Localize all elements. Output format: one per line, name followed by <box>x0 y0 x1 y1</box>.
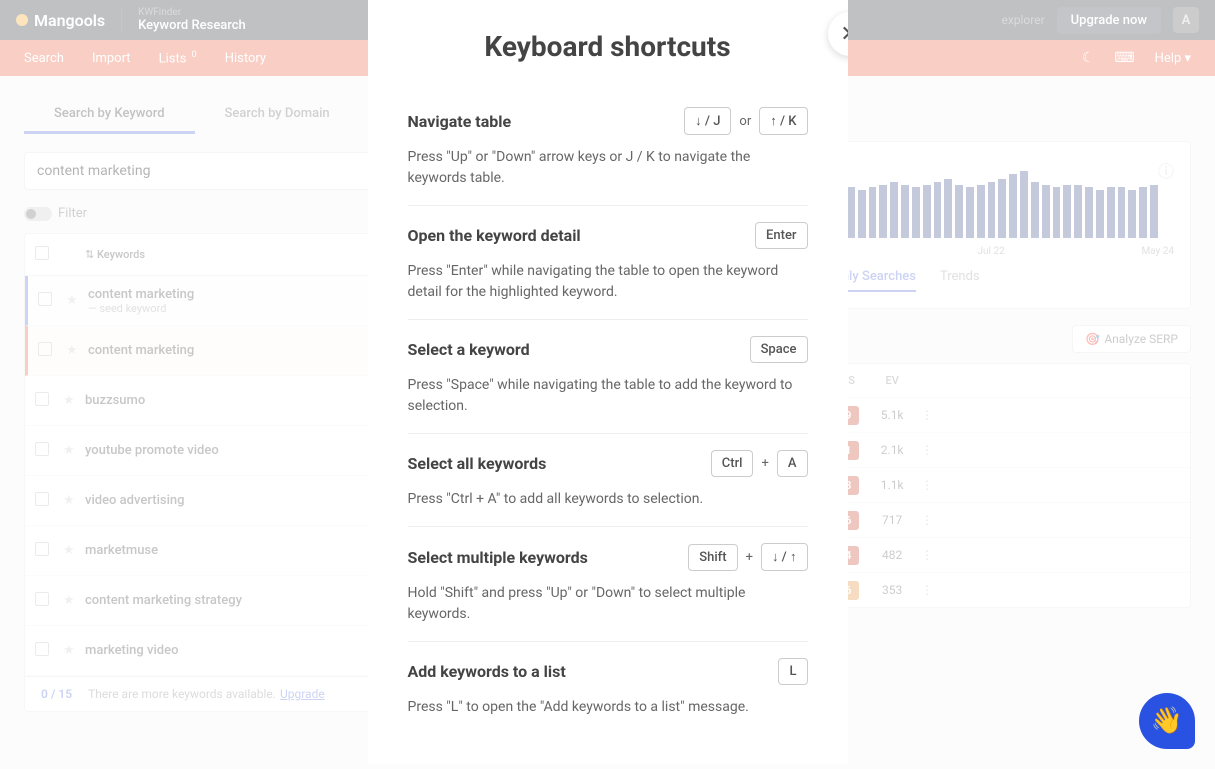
shortcut-keys: Ctrl + A <box>711 450 808 477</box>
close-icon: ✕ <box>840 22 847 47</box>
shortcut-item: Navigate table ↓ / J or ↑ / K Press "Up" or … <box>408 91 808 206</box>
shortcut-keys: Shift + ↓ / ↑ <box>688 543 807 571</box>
shortcut-description: Press "Enter" while navigating the table… <box>408 261 808 303</box>
key-separator: + <box>761 456 768 471</box>
shortcut-description: Press "Space" while navigating the table… <box>408 375 808 417</box>
key: Shift <box>688 544 737 571</box>
shortcut-description: Press "L" to open the "Add keywords to a… <box>408 697 808 718</box>
key: Space <box>750 336 808 363</box>
shortcut-keys: ↓ / J or ↑ / K <box>684 107 807 135</box>
shortcut-item: Select a keyword Space Press "Space" while… <box>408 320 808 434</box>
shortcut-title: Add keywords to a list <box>408 662 566 681</box>
shortcut-title: Navigate table <box>408 112 512 131</box>
shortcut-keys: L <box>778 658 807 685</box>
shortcut-title: Select multiple keywords <box>408 548 588 567</box>
shortcut-title: Select all keywords <box>408 454 547 473</box>
key-separator: or <box>739 114 751 129</box>
key-separator: + <box>746 550 753 565</box>
modal-title: Keyboard shortcuts <box>408 30 808 63</box>
chat-button[interactable]: 👋 <box>1139 693 1195 749</box>
shortcut-item: Select all keywords Ctrl + A Press "Ctrl + A… <box>408 434 808 527</box>
shortcut-title: Open the keyword detail <box>408 226 581 245</box>
modal-overlay[interactable]: ✕ Keyboard shortcuts Navigate table ↓ / J… <box>0 0 1215 769</box>
key: Enter <box>755 222 807 249</box>
key: A <box>777 450 808 477</box>
shortcut-description: Press "Up" or "Down" arrow keys or J / K… <box>408 147 808 189</box>
wave-icon: 👋 <box>1151 706 1183 736</box>
close-button[interactable]: ✕ <box>828 12 848 56</box>
shortcut-item: Add keywords to a list L Press "L" to open… <box>408 642 808 734</box>
key: ↓ / J <box>684 107 731 135</box>
key: ↑ / K <box>759 107 807 135</box>
shortcut-item: Select multiple keywords Shift + ↓ / ↑ Hold … <box>408 527 808 642</box>
shortcut-item: Open the keyword detail Enter Press "Enter… <box>408 206 808 320</box>
key: L <box>778 658 807 685</box>
keyboard-shortcuts-modal: ✕ Keyboard shortcuts Navigate table ↓ / J… <box>368 0 848 764</box>
shortcut-keys: Enter <box>755 222 807 249</box>
key: ↓ / ↑ <box>761 543 808 571</box>
shortcut-description: Hold "Shift" and press "Up" or "Down" to… <box>408 583 808 625</box>
shortcut-title: Select a keyword <box>408 340 530 359</box>
key: Ctrl <box>711 450 754 477</box>
shortcut-description: Press "Ctrl + A" to add all keywords to … <box>408 489 808 510</box>
shortcut-keys: Space <box>750 336 808 363</box>
